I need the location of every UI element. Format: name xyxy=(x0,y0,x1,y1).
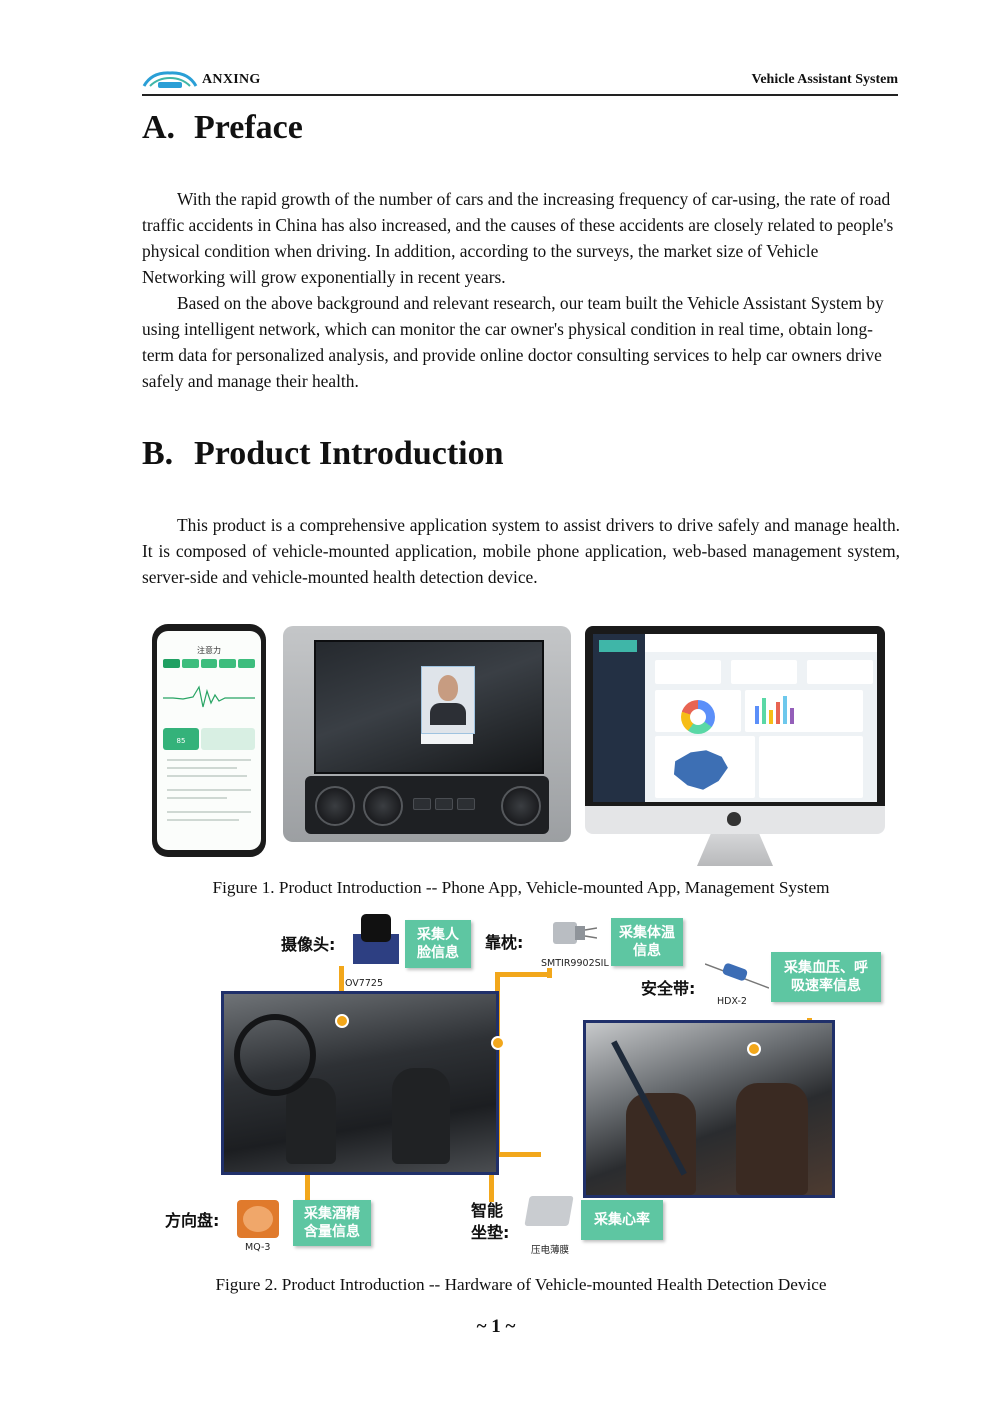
dashboard-logo xyxy=(599,640,637,652)
section-heading-product-intro: B. Product Introduction xyxy=(142,437,504,471)
phone-text-line xyxy=(167,797,227,799)
play-pause-knob xyxy=(315,786,355,826)
page-number: ~ 1 ~ xyxy=(476,1316,516,1337)
phone-text-line xyxy=(167,811,251,813)
section-number: B. xyxy=(142,435,174,472)
auto-knob xyxy=(363,786,403,826)
phone-text-line xyxy=(167,819,239,821)
part-seat: 压电薄膜 xyxy=(531,1245,570,1256)
apple-logo-icon xyxy=(727,812,741,826)
stat-card xyxy=(731,660,797,684)
phone-score-card: 85 xyxy=(163,728,199,750)
monitor-stand xyxy=(697,834,773,866)
preface-paragraph-1: With the rapid growth of the number of c… xyxy=(142,189,894,287)
face-body xyxy=(430,703,466,725)
preface-text: With the rapid growth of the number of c… xyxy=(142,186,900,394)
phone-screen: 注意力 85 xyxy=(157,631,261,850)
label-seatbelt: 安全带: xyxy=(641,979,696,998)
phone-app-image: 注意力 85 xyxy=(152,624,266,857)
phone-tabs xyxy=(163,659,255,668)
dashboard-screen xyxy=(593,634,877,802)
tag-face-info: 采集人 脸信息 xyxy=(405,920,471,968)
head-unit-controls xyxy=(305,776,549,834)
tag-alcohol-info: 采集酒精 含量信息 xyxy=(293,1200,371,1246)
label-camera: 摄像头: xyxy=(281,935,336,954)
tag-bp-respiration-info: 采集血压、呼 吸速率信息 xyxy=(771,952,881,1002)
face-scan-caption xyxy=(421,734,473,744)
seatbelt-sensor xyxy=(705,963,769,989)
camera-lens-icon xyxy=(361,914,391,942)
phone-text-line xyxy=(167,767,237,769)
phone-line-chart xyxy=(163,685,255,708)
brand-name: ANXING xyxy=(202,72,261,87)
steering-wheel xyxy=(234,1014,316,1096)
phone-text-line xyxy=(167,775,247,777)
intro-paragraph: This product is a comprehensive applicat… xyxy=(142,515,900,587)
ac-button xyxy=(413,798,431,810)
hardware-diagram: 摄像头: 靠枕: 安全带: 方向盘: 智能 坐垫: OV7725 SMTIR99… xyxy=(155,908,885,1258)
part-headrest: SMTIR9902SIL xyxy=(541,958,609,969)
anxing-logo xyxy=(142,71,198,88)
alcohol-sensor xyxy=(237,1200,279,1238)
part-wheel: MQ-3 xyxy=(245,1242,271,1253)
figure-1-caption: Figure 1. Product Introduction -- Phone … xyxy=(212,878,830,897)
vehicle-app-image xyxy=(283,626,571,842)
tag-heart-rate: 采集心率 xyxy=(581,1200,663,1240)
table-panel xyxy=(759,736,863,798)
bar-chart-panel xyxy=(745,690,863,732)
section-number: A. xyxy=(142,109,176,146)
part-seatbelt: HDX-2 xyxy=(717,996,747,1007)
china-map xyxy=(673,750,728,790)
face-scan-frame xyxy=(421,666,475,734)
figure-2-caption: Figure 2. Product Introduction -- Hardwa… xyxy=(215,1275,827,1294)
face-head xyxy=(438,675,458,701)
intro-text: This product is a comprehensive applicat… xyxy=(142,512,900,590)
fan-knob xyxy=(501,786,541,826)
section-title: Product Introduction xyxy=(194,435,504,472)
head-unit-screen xyxy=(314,640,544,774)
phone-screen-title: 注意力 xyxy=(197,646,221,655)
defrost-button xyxy=(435,798,453,810)
tag-temperature-info: 采集体温 信息 xyxy=(611,918,683,966)
monitor-frame xyxy=(585,626,885,806)
temperature-sensor xyxy=(553,922,597,944)
label-headrest: 靠枕: xyxy=(485,933,524,952)
label-steering-wheel: 方向盘: xyxy=(165,1211,220,1230)
phone-text-line xyxy=(167,759,251,761)
dashboard-sidebar xyxy=(593,634,645,802)
car-seat-image xyxy=(583,1020,835,1198)
stat-card xyxy=(655,660,721,684)
pie-chart-panel xyxy=(655,690,741,734)
section-heading-preface: A. Preface xyxy=(142,111,303,145)
management-system-image xyxy=(585,626,885,866)
dashboard-topbar xyxy=(645,634,877,652)
stat-card xyxy=(807,660,873,684)
phone-text-line xyxy=(167,789,251,791)
section-title: Preface xyxy=(194,109,303,146)
preface-paragraph-2: Based on the above background and releva… xyxy=(142,293,884,391)
donut-chart xyxy=(681,700,715,734)
rear-defrost-button xyxy=(457,798,475,810)
page-header: ANXING Vehicle Assistant System xyxy=(142,66,898,96)
phone-score: 85 xyxy=(176,737,186,745)
camera-module xyxy=(353,914,403,972)
car-interior-image xyxy=(221,991,499,1175)
phone-info-card xyxy=(201,728,255,750)
document-title: Vehicle Assistant System xyxy=(751,72,899,87)
piezo-film-sensor xyxy=(524,1196,574,1226)
phone-notch xyxy=(187,624,221,631)
part-camera: OV7725 xyxy=(345,978,383,989)
label-smart-cushion: 智能 坐垫: xyxy=(471,1201,510,1242)
map-panel xyxy=(655,736,755,798)
